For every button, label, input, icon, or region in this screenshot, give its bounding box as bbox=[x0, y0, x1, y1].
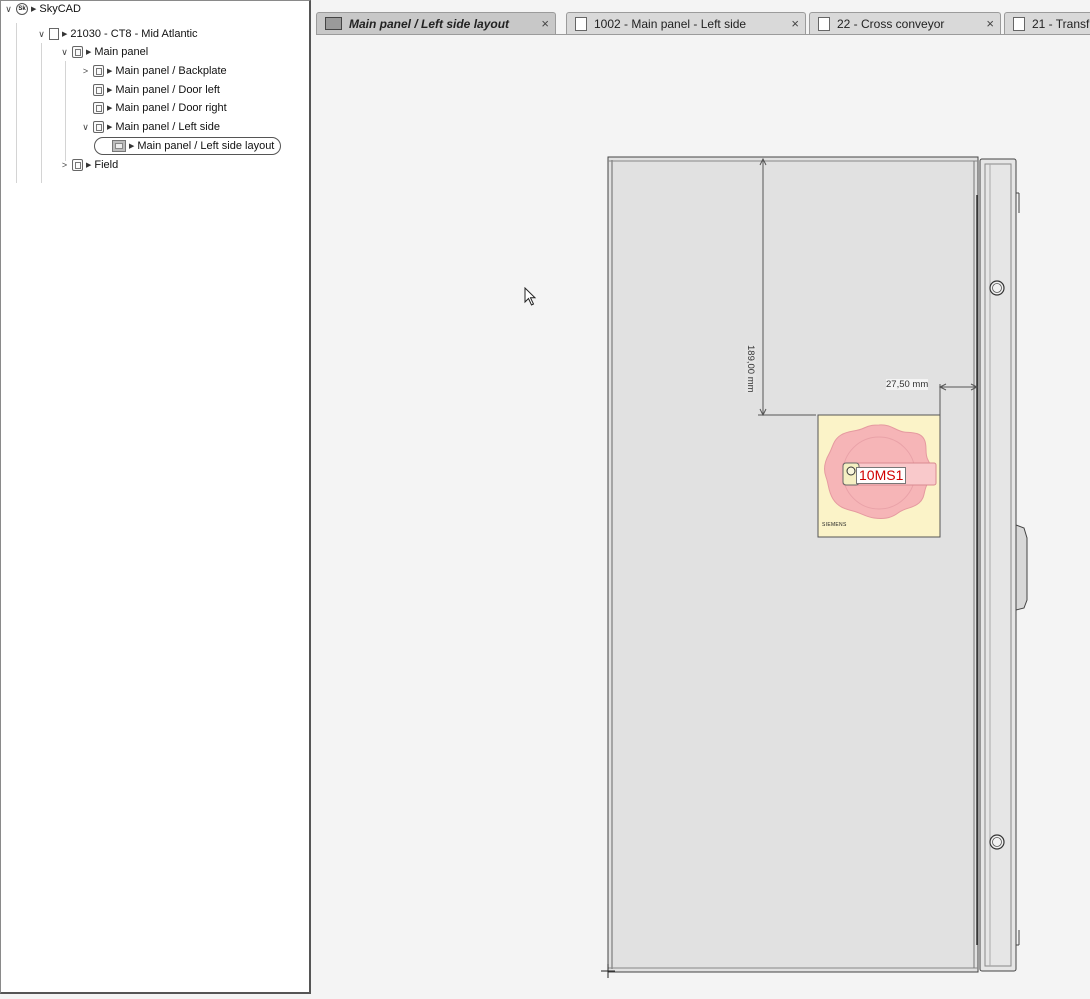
tab-22-cross-conveyor[interactable]: 22 - Cross conveyor × bbox=[809, 12, 1001, 34]
switch-tag-label[interactable]: 10MS1 bbox=[856, 467, 907, 484]
layout-icon bbox=[325, 17, 342, 30]
play-arrow-icon: ▶ bbox=[86, 49, 92, 56]
panel-drawing bbox=[601, 156, 1028, 978]
tree-node-door-left[interactable]: ▶ Main panel / Door left bbox=[80, 81, 220, 99]
play-arrow-icon: ▶ bbox=[31, 6, 37, 13]
cabinet-icon bbox=[93, 102, 104, 114]
project-icon bbox=[49, 28, 59, 40]
chevron-right-icon[interactable]: > bbox=[59, 160, 70, 170]
tab-21-transf[interactable]: 21 - Transf bbox=[1004, 12, 1090, 34]
close-icon[interactable]: × bbox=[974, 16, 994, 31]
cabinet-icon bbox=[93, 84, 104, 96]
chevron-down-icon[interactable]: ∨ bbox=[80, 122, 91, 133]
play-arrow-icon: ▶ bbox=[107, 105, 113, 112]
document-tab-bar: Main panel / Left side layout × 1002 - M… bbox=[316, 11, 1090, 35]
tree-node-label: Field bbox=[94, 159, 119, 171]
project-tree-panel: ∨ Sk ▶ SkyCAD ∨ ▶ 21030 - CT8 - Mid Atla… bbox=[0, 0, 311, 994]
tree-node-label: Main panel bbox=[94, 46, 149, 58]
tab-label: 22 - Cross conveyor bbox=[837, 16, 945, 31]
tree-node-label: Main panel / Door left bbox=[115, 84, 220, 96]
skycad-logo-icon: Sk bbox=[16, 3, 28, 15]
tree-guide-line bbox=[41, 43, 42, 183]
tab-label: Main panel / Left side layout bbox=[349, 16, 510, 31]
tree-node-label: SkyCAD bbox=[39, 3, 81, 15]
chevron-down-icon[interactable]: ∨ bbox=[36, 29, 47, 40]
panel-face bbox=[607, 156, 979, 973]
close-icon[interactable]: × bbox=[779, 16, 799, 31]
tab-label: 21 - Transf bbox=[1032, 16, 1090, 31]
play-arrow-icon: ▶ bbox=[107, 124, 113, 131]
tree-node-project[interactable]: ∨ ▶ 21030 - CT8 - Mid Atlantic bbox=[36, 25, 198, 43]
switch-brand-label: SIEMENS bbox=[822, 522, 847, 528]
document-icon bbox=[818, 16, 830, 31]
tree-node-label: Main panel / Left side layout bbox=[137, 140, 275, 152]
tab-left-side-layout[interactable]: Main panel / Left side layout × bbox=[316, 12, 556, 34]
tree-guide-line bbox=[16, 23, 17, 183]
switch-lock-hole bbox=[846, 466, 856, 476]
tab-1002-main-panel-left-side[interactable]: 1002 - Main panel - Left side × bbox=[566, 12, 806, 34]
tree-node-door-right[interactable]: ▶ Main panel / Door right bbox=[80, 99, 227, 117]
tree-node-label: Main panel / Door right bbox=[115, 102, 227, 114]
tree-node-label: Main panel / Backplate bbox=[115, 65, 227, 77]
cabinet-icon bbox=[72, 159, 83, 171]
tree-guide-line bbox=[65, 61, 66, 161]
tree-node-field[interactable]: > ▶ Field bbox=[59, 156, 118, 174]
document-icon bbox=[575, 16, 587, 31]
chevron-right-icon[interactable]: > bbox=[80, 66, 91, 76]
tab-label: 1002 - Main panel - Left side bbox=[594, 16, 747, 31]
door-handle bbox=[1015, 524, 1028, 611]
tree-node-label: Main panel / Left side bbox=[115, 121, 220, 133]
dimension-label-vertical[interactable]: 189,00 mm bbox=[745, 345, 756, 393]
tree-node-left-side-layout[interactable]: ▶ Main panel / Left side layout bbox=[94, 137, 282, 155]
play-arrow-icon: ▶ bbox=[107, 87, 113, 94]
tree-node-main-panel[interactable]: ∨ ▶ Main panel bbox=[59, 43, 148, 61]
tree-node-skycad[interactable]: ∨ Sk ▶ SkyCAD bbox=[3, 0, 81, 18]
chevron-down-icon[interactable]: ∨ bbox=[3, 4, 14, 15]
document-icon bbox=[1013, 16, 1025, 31]
play-arrow-icon: ▶ bbox=[86, 162, 92, 169]
play-arrow-icon: ▶ bbox=[62, 31, 68, 38]
tree-node-label: 21030 - CT8 - Mid Atlantic bbox=[70, 28, 198, 40]
cabinet-icon bbox=[93, 121, 104, 133]
hinge-lower bbox=[989, 834, 1005, 850]
close-icon[interactable]: × bbox=[529, 16, 549, 31]
dimension-label-horizontal[interactable]: 27,50 mm bbox=[886, 379, 929, 390]
drawing-canvas[interactable]: 189,00 mm 27,50 mm 10MS1 SIEMENS bbox=[316, 35, 1090, 999]
mouse-pointer-icon bbox=[524, 287, 537, 306]
tree-node-left-side[interactable]: ∨ ▶ Main panel / Left side bbox=[80, 118, 220, 136]
chevron-down-icon[interactable]: ∨ bbox=[59, 47, 70, 58]
cabinet-icon bbox=[72, 46, 83, 58]
tree-node-backplate[interactable]: > ▶ Main panel / Backplate bbox=[80, 62, 227, 80]
play-arrow-icon: ▶ bbox=[129, 143, 135, 150]
layout-icon bbox=[112, 140, 126, 152]
cabinet-icon bbox=[93, 65, 104, 77]
play-arrow-icon: ▶ bbox=[107, 68, 113, 75]
